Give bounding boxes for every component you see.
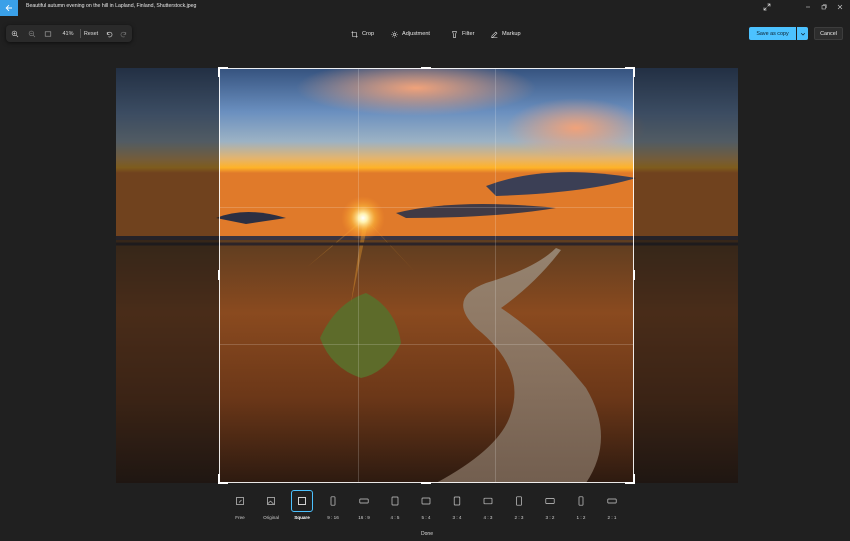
aspect-4-3[interactable]: 4 : 3	[476, 491, 500, 523]
aspect-3-4[interactable]: 3 : 4	[445, 491, 469, 523]
grid-line	[220, 344, 633, 346]
aspect-5-4[interactable]: 5 : 4	[414, 491, 438, 523]
zoom-out-button[interactable]	[24, 25, 40, 42]
save-as-copy-button[interactable]: Save as copy	[749, 27, 796, 40]
dimmed-right-region	[634, 68, 738, 483]
crop-handle-right[interactable]	[633, 270, 635, 280]
zoom-level: 41%	[62, 30, 74, 37]
dimmed-left-region	[116, 68, 219, 483]
expand-button[interactable]	[760, 2, 774, 12]
aspect-label: Square	[294, 515, 310, 520]
landscape-ratio-icon	[359, 498, 369, 504]
aspect-4-5[interactable]: 4 : 5	[383, 491, 407, 523]
landscape-ratio-icon	[607, 498, 617, 504]
aspect-9-16[interactable]: 9 : 16	[321, 491, 345, 523]
window-title: Beautiful autumn evening on the hill in …	[26, 3, 197, 9]
zoom-toolbar: 41% Reset	[6, 25, 132, 42]
grid-line	[220, 206, 633, 208]
save-options-button[interactable]	[797, 27, 808, 40]
aspect-label: 3 : 2	[545, 515, 555, 520]
landscape-ratio-icon	[483, 497, 493, 505]
minimize-icon	[806, 6, 810, 8]
aspect-16-9[interactable]: 16 : 9	[352, 491, 376, 523]
aspect-2-1[interactable]: 2 : 1	[600, 491, 624, 523]
aspect-label: Free	[235, 515, 245, 520]
aspect-label: 1 : 2	[576, 515, 586, 520]
undo-button[interactable]	[101, 25, 116, 42]
zoom-out-icon	[28, 30, 36, 37]
crop-frame[interactable]	[219, 68, 634, 483]
aspect-free[interactable]: Free	[228, 491, 252, 523]
landscape-ratio-icon	[421, 497, 431, 505]
crop-handle-bottom[interactable]	[421, 482, 431, 484]
filter-icon	[452, 30, 457, 38]
cancel-button[interactable]: Cancel	[814, 27, 843, 40]
aspect-original[interactable]: Original	[259, 491, 283, 523]
expand-icon	[763, 3, 771, 11]
portrait-ratio-icon	[453, 496, 461, 506]
fit-to-window-button[interactable]	[40, 25, 56, 42]
aspect-label: 2 : 1	[607, 515, 617, 520]
crop-handle-top[interactable]	[421, 67, 431, 69]
crop-handle-bottom-left[interactable]	[218, 474, 220, 484]
aspect-label: 5 : 4	[421, 515, 431, 520]
grid-line	[357, 69, 359, 482]
aspect-label: Original	[263, 515, 279, 520]
tab-filter-label: Filter	[462, 31, 475, 37]
sun-icon	[391, 30, 398, 38]
tab-adjustment[interactable]: Adjustment	[391, 29, 430, 39]
tab-markup[interactable]: Markup	[491, 29, 521, 39]
chevron-down-icon	[800, 32, 805, 35]
crop-icon	[351, 30, 358, 38]
zoom-in-icon	[11, 30, 19, 37]
tab-crop[interactable]: Crop	[351, 29, 374, 39]
redo-icon	[120, 31, 126, 37]
portrait-ratio-icon	[516, 496, 522, 506]
crop-handle-top-right[interactable]	[633, 67, 635, 77]
grid-line	[495, 69, 497, 482]
image-icon	[267, 497, 275, 505]
aspect-label: 3 : 4	[452, 515, 462, 520]
crop-handle-left[interactable]	[218, 270, 220, 280]
tab-crop-label: Crop	[362, 31, 375, 37]
crop-handle-top-left[interactable]	[218, 67, 220, 77]
minimize-button[interactable]	[801, 2, 815, 12]
title-bar: Beautiful autumn evening on the hill in …	[0, 0, 850, 16]
aspect-3-2[interactable]: 3 : 2	[538, 491, 562, 523]
back-arrow-icon	[5, 4, 12, 12]
aspect-label: 9 : 16	[327, 515, 339, 520]
tab-markup-label: Markup	[502, 31, 521, 37]
close-icon	[837, 4, 843, 10]
done-button[interactable]: Done	[412, 530, 442, 538]
back-button[interactable]	[0, 0, 18, 16]
aspect-1-2[interactable]: 1 : 2	[569, 491, 593, 523]
portrait-ratio-icon	[330, 496, 336, 506]
free-crop-icon	[236, 497, 244, 505]
pen-icon	[491, 31, 498, 38]
crop-handle-bottom-right[interactable]	[633, 474, 635, 484]
zoom-in-button[interactable]	[6, 25, 24, 42]
reset-button[interactable]: Reset	[81, 25, 101, 42]
portrait-ratio-icon	[578, 496, 584, 506]
aspect-square[interactable]: Square	[290, 490, 314, 523]
aspect-label: 2 : 3	[514, 515, 524, 520]
fit-screen-icon	[44, 30, 52, 37]
aspect-label: 4 : 3	[483, 515, 493, 520]
undo-icon	[106, 31, 112, 37]
redo-button[interactable]	[116, 25, 131, 42]
tab-filter[interactable]: Filter	[451, 29, 474, 39]
portrait-ratio-icon	[391, 496, 399, 506]
landscape-ratio-icon	[545, 498, 555, 504]
restore-button[interactable]	[817, 2, 831, 12]
tab-adjustment-label: Adjustment	[402, 31, 430, 37]
restore-icon	[821, 4, 827, 10]
aspect-2-3[interactable]: 2 : 3	[507, 491, 531, 523]
aspect-ratio-bar: Free Original Square 9 : 16 16 : 9 4 : 5	[228, 490, 626, 523]
aspect-label: 4 : 5	[390, 515, 400, 520]
aspect-label: 16 : 9	[358, 515, 370, 520]
close-button[interactable]	[833, 2, 847, 12]
square-icon	[298, 497, 306, 505]
